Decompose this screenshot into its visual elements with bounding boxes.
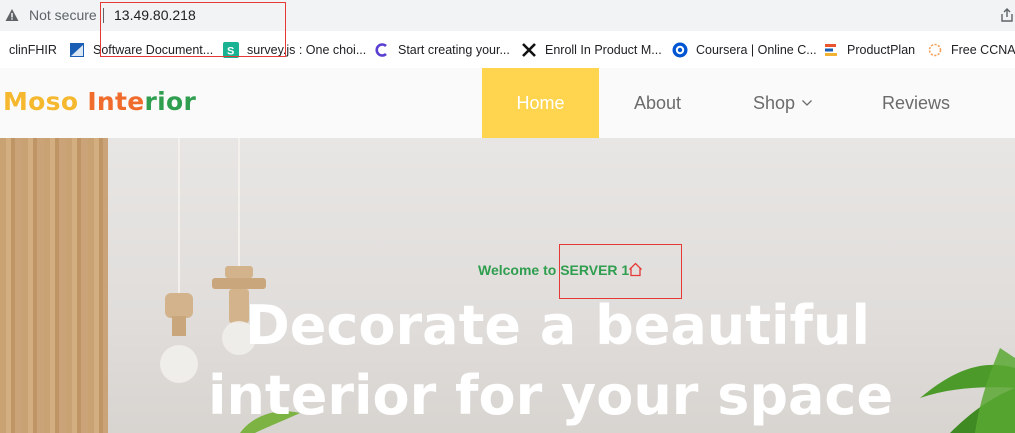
hero-headline-line1: Decorate a beautiful [244, 294, 871, 357]
nav-reviews[interactable]: Reviews [882, 68, 950, 138]
gear-orange-icon [928, 43, 942, 57]
bookmark-label: Free CCNA S [951, 43, 1015, 57]
s-logo-icon: S [223, 42, 239, 58]
bookmark-clinfhir[interactable]: clinFHIR [9, 41, 57, 59]
bookmark-surveyjs[interactable]: S survey.js : One choi... [223, 41, 366, 59]
logo-part: Moso [3, 87, 79, 116]
nav-home[interactable]: Home [482, 68, 599, 138]
bookmark-blue-icon [70, 43, 84, 57]
svg-text:S: S [227, 46, 234, 58]
logo-part: Inte [78, 87, 145, 116]
bookmark-productplan[interactable]: ProductPlan [823, 41, 915, 59]
bookmark-label: Start creating your... [398, 43, 510, 57]
bookmark-coursera[interactable]: Coursera | Online C... [672, 41, 817, 59]
warning-icon[interactable] [5, 8, 19, 22]
x-logo-icon [522, 43, 536, 57]
nav-about[interactable]: About [634, 68, 681, 138]
bookmark-free-ccna[interactable]: Free CCNA S [927, 41, 1015, 59]
bookmark-start-creating[interactable]: Start creating your... [374, 41, 510, 59]
bookmark-label: Enroll In Product M... [545, 43, 662, 57]
logo-part: rior [144, 87, 197, 116]
address-bar: Not secure 13.49.80.218 [0, 0, 1015, 31]
bookmark-label: survey.js : One choi... [247, 43, 367, 57]
divider [103, 8, 104, 23]
bookmark-enroll-product[interactable]: Enroll In Product M... [521, 41, 662, 59]
bookmark-software-document[interactable]: Software Document... [69, 41, 213, 59]
welcome-text: Welcome to SERVER 1 [478, 262, 630, 278]
url-field[interactable]: 13.49.80.218 [114, 7, 196, 23]
coursera-icon [672, 42, 688, 58]
nav-shop[interactable]: Shop [753, 68, 813, 138]
house-icon [629, 262, 642, 277]
hero-headline-line2: interior for your space [207, 364, 894, 427]
nav-shop-label: Shop [753, 92, 796, 113]
productplan-icon [825, 44, 837, 56]
chevron-down-icon [802, 100, 813, 106]
not-secure-label[interactable]: Not secure [29, 7, 97, 23]
bookmark-label: ProductPlan [847, 43, 916, 57]
share-icon[interactable] [999, 7, 1015, 23]
bookmark-label: Coursera | Online C... [696, 43, 817, 57]
site-logo[interactable]: Moso Interior [3, 87, 196, 116]
c-logo-icon [375, 43, 387, 57]
bookmark-label: clinFHIR [9, 43, 57, 57]
bookmark-label: Software Document... [93, 43, 214, 57]
bookmarks-bar: clinFHIR Software Document... S survey.j… [0, 31, 1015, 69]
